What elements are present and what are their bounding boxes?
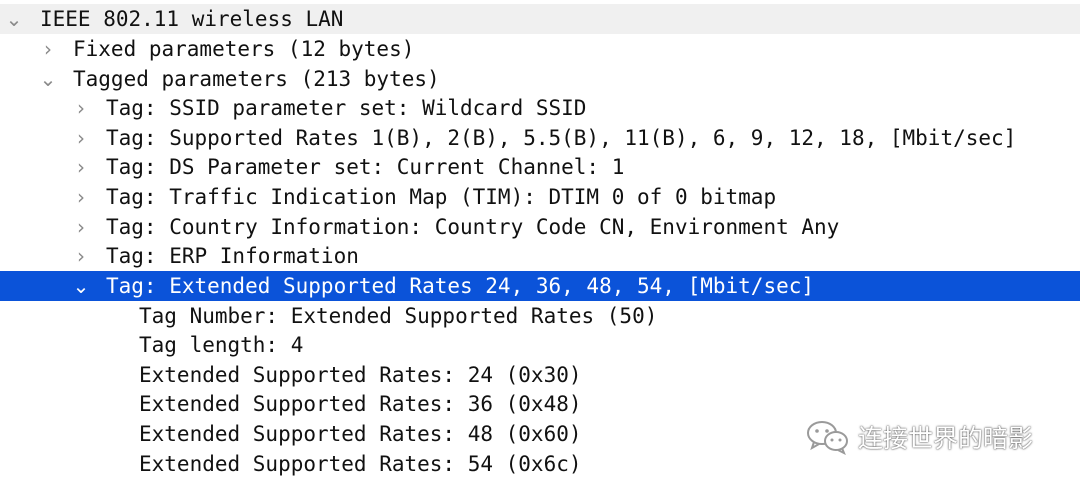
chevron-down-icon[interactable]: ⌄ — [71, 271, 91, 301]
chevron-down-icon[interactable]: ⌄ — [38, 64, 58, 94]
tree-row-tag-ds-parameter[interactable]: › Tag: DS Parameter set: Current Channel… — [0, 152, 1080, 182]
tree-row-label: Tag: Extended Supported Rates 24, 36, 48… — [106, 274, 815, 298]
tree-row-rate-24[interactable]: Extended Supported Rates: 24 (0x30) — [0, 360, 1080, 390]
wechat-icon — [807, 421, 848, 455]
tree-row-tag-length[interactable]: Tag length: 4 — [0, 330, 1080, 360]
tree-row-fixed-parameters[interactable]: › Fixed parameters (12 bytes) — [0, 34, 1080, 64]
tree-row-label: Fixed parameters (12 bytes) — [73, 37, 415, 61]
tree-row-label: Extended Supported Rates: 36 (0x48) — [139, 392, 582, 416]
tree-row-label: Extended Supported Rates: 54 (0x6c) — [139, 452, 582, 476]
tree-row-tag-country[interactable]: › Tag: Country Information: Country Code… — [0, 212, 1080, 242]
chevron-right-icon[interactable]: › — [71, 241, 91, 271]
chevron-right-icon[interactable]: › — [38, 34, 58, 64]
chevron-right-icon[interactable]: › — [71, 152, 91, 182]
tree-row-tag-ssid[interactable]: › Tag: SSID parameter set: Wildcard SSID — [0, 93, 1080, 123]
tree-row-label: Tag Number: Extended Supported Rates (50… — [139, 304, 658, 328]
watermark-text: 连接世界的暗影 — [858, 424, 1034, 453]
tree-row-label: Tag: Supported Rates 1(B), 2(B), 5.5(B),… — [106, 126, 1017, 150]
watermark: 连接世界的暗影 — [806, 417, 1033, 457]
tree-row-ieee80211[interactable]: ⌄ IEEE 802.11 wireless LAN — [0, 4, 1080, 34]
tree-row-label: Tagged parameters (213 bytes) — [73, 67, 440, 91]
chevron-right-icon[interactable]: › — [71, 93, 91, 123]
tree-row-label: Tag length: 4 — [139, 333, 304, 357]
tree-row-label: Tag: SSID parameter set: Wildcard SSID — [106, 96, 587, 120]
chevron-down-icon[interactable]: ⌄ — [4, 4, 24, 34]
tree-row-label: Extended Supported Rates: 24 (0x30) — [139, 363, 582, 387]
chevron-right-icon[interactable]: › — [71, 182, 91, 212]
tree-row-label: IEEE 802.11 wireless LAN — [40, 7, 344, 31]
tree-row-label: Tag: DS Parameter set: Current Channel: … — [106, 155, 625, 179]
tree-row-label: Extended Supported Rates: 48 (0x60) — [139, 422, 582, 446]
tree-row-tag-number[interactable]: Tag Number: Extended Supported Rates (50… — [0, 301, 1080, 331]
chevron-right-icon[interactable]: › — [71, 123, 91, 153]
tree-row-tag-extended-rates[interactable]: ⌄ Tag: Extended Supported Rates 24, 36, … — [0, 271, 1080, 301]
tree-row-label: Tag: Country Information: Country Code C… — [106, 215, 840, 239]
tree-row-label: Tag: Traffic Indication Map (TIM): DTIM … — [106, 185, 777, 209]
tree-row-label: Tag: ERP Information — [106, 244, 359, 268]
tree-row-tag-tim[interactable]: › Tag: Traffic Indication Map (TIM): DTI… — [0, 182, 1080, 212]
packet-details-tree: ⌄ IEEE 802.11 wireless LAN › Fixed param… — [0, 0, 1080, 484]
tree-row-tag-supported-rates[interactable]: › Tag: Supported Rates 1(B), 2(B), 5.5(B… — [0, 123, 1080, 153]
tree-row-tag-erp[interactable]: › Tag: ERP Information — [0, 241, 1080, 271]
chevron-right-icon[interactable]: › — [71, 212, 91, 242]
tree-row-tagged-parameters[interactable]: ⌄ Tagged parameters (213 bytes) — [0, 64, 1080, 94]
tree-row-rate-36[interactable]: Extended Supported Rates: 36 (0x48) — [0, 389, 1080, 419]
